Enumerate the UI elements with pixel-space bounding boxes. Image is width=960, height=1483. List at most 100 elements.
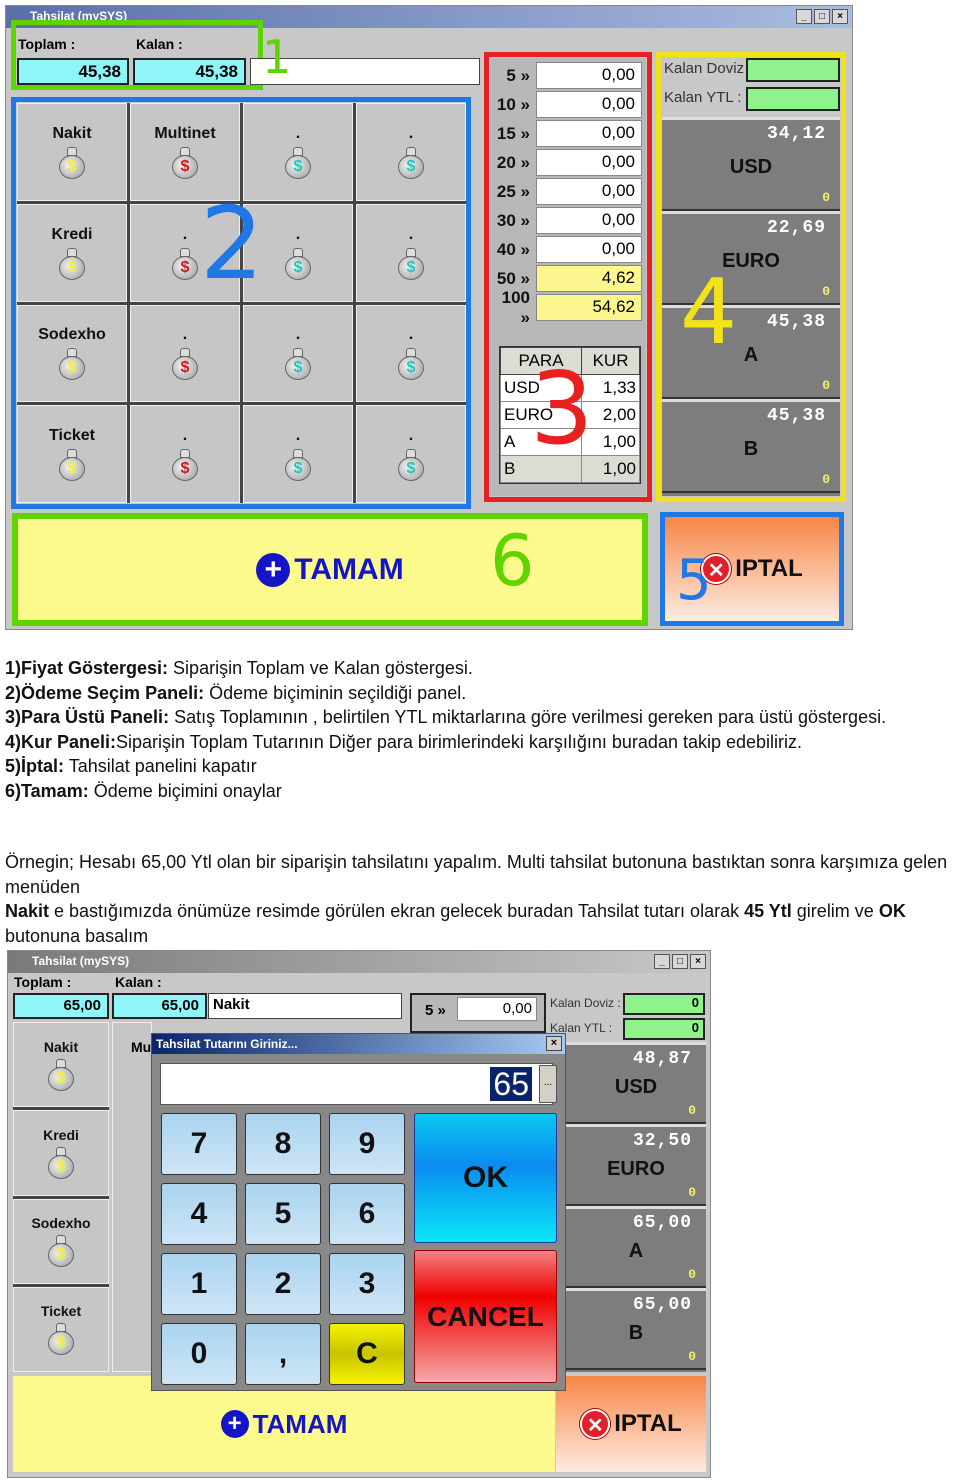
payment-method-field[interactable]: Nakit <box>208 993 402 1019</box>
money-bag-red-icon: $ <box>170 146 200 179</box>
change-row: 25 » 0,00 <box>490 178 642 205</box>
toplam-value: 45,38 <box>17 58 129 85</box>
amount-input[interactable]: 65 <box>160 1063 553 1105</box>
payment-button[interactable]: . $ <box>243 304 353 403</box>
currency-panel: 48,87 USD 0 32,50 EURO 0 65,00 A 0 65,00 B 0 <box>566 1042 706 1372</box>
legend-item-title: 4)Kur Paneli: <box>5 731 117 752</box>
payment-button[interactable]: . $ <box>356 203 466 302</box>
change-row: 30 » 0,00 <box>490 207 642 234</box>
legend-item: 5)İptal: Tahsilat panelini kapatır <box>5 754 960 779</box>
money-bag-cyan-icon: $ <box>283 449 313 482</box>
keypad-key[interactable]: 5 <box>245 1183 321 1245</box>
currency-block[interactable]: 48,87 USD 0 <box>566 1042 706 1124</box>
payment-button[interactable]: Kredi $ <box>17 203 127 302</box>
keypad-key[interactable]: 1 <box>161 1253 237 1315</box>
money-bag-yellow-icon: $ <box>46 1146 76 1179</box>
change-denomination: 25 » <box>496 181 530 201</box>
payment-button[interactable]: Sodexho $ <box>13 1198 109 1284</box>
ok-button[interactable]: OK <box>414 1113 557 1243</box>
legend-item-title: 5)İptal: <box>5 756 65 776</box>
legend-item-text: Tahsilat panelini kapatır <box>64 756 257 776</box>
bold-ok: OK <box>878 901 906 921</box>
payment-button[interactable]: . $ <box>130 304 240 403</box>
payment-button[interactable]: . $ <box>356 304 466 403</box>
payment-button-partial[interactable]: Mu <box>112 1022 152 1372</box>
payment-button[interactable]: Sodexho $ <box>17 304 127 403</box>
legend-item: 4)Kur Paneli:Siparişin Toplam Tutarının … <box>5 730 960 755</box>
ellipsis-button[interactable]: ... <box>539 1065 557 1103</box>
ok-label: OK <box>463 1161 508 1194</box>
toplam-label: Toplam : <box>18 36 76 52</box>
payment-button[interactable]: . $ <box>356 103 466 201</box>
toplam-value: 65,00 <box>13 993 109 1019</box>
minimize-button[interactable]: _ <box>654 954 670 969</box>
currency-count: 0 <box>688 1349 696 1364</box>
tamam-button[interactable]: + TAMAM <box>18 519 642 620</box>
legend-item-text: Satış Toplamının , belirtilen YTL miktar… <box>169 707 887 727</box>
change-denomination: 15 » <box>496 123 530 143</box>
payment-button[interactable]: . $ <box>130 405 240 503</box>
currency-block[interactable]: 32,50 EURO 0 <box>566 1124 706 1206</box>
keypad-key[interactable]: 3 <box>329 1253 405 1315</box>
currency-amount: 34,12 <box>766 124 826 144</box>
payment-button[interactable]: Ticket $ <box>17 405 127 503</box>
legend-text: 1)Fiyat Göstergesi: Siparişin Toplam ve … <box>5 656 960 803</box>
dialog-titlebar: Tahsilat Tutarını Giriniz... × <box>152 1034 565 1054</box>
currency-block[interactable]: 65,00 A 0 <box>566 1206 706 1288</box>
money-bag-yellow-icon: $ <box>46 1235 76 1268</box>
clear-key[interactable]: C <box>329 1323 405 1385</box>
iptal-button[interactable]: ✕ IPTAL <box>556 1376 706 1472</box>
change-row: 20 » 0,00 <box>490 149 642 176</box>
payment-button[interactable]: . $ <box>243 405 353 503</box>
currency-block[interactable]: 34,12 USD 0 <box>662 117 840 211</box>
payment-label: . <box>295 427 301 445</box>
change-row: 40 » 0,00 <box>490 236 642 263</box>
payment-label: . <box>295 225 301 243</box>
payment-button[interactable]: Ticket $ <box>13 1286 109 1372</box>
money-bag-cyan-icon: $ <box>396 348 426 381</box>
legend-item-text: Siparişin Toplam Tutarının Diğer para bi… <box>116 731 803 752</box>
kalan-ytl-label: Kalan YTL : <box>664 89 742 106</box>
keypad-key[interactable]: 0 <box>161 1323 237 1385</box>
dialog-close-button[interactable]: × <box>546 1036 562 1051</box>
change-value: 0,00 <box>457 997 537 1021</box>
keypad-key[interactable]: 6 <box>329 1183 405 1245</box>
close-button[interactable]: × <box>690 954 706 969</box>
change-row: 5 » 0,00 <box>490 62 642 89</box>
currency-block[interactable]: 65,00 B 0 <box>566 1288 706 1370</box>
key-label: 9 <box>358 1127 376 1160</box>
maximize-button[interactable]: □ <box>814 9 830 24</box>
tamam-label: TAMAM <box>252 1408 348 1439</box>
change-row: 100 » 54,62 <box>490 288 642 327</box>
legend-item-title: 6)Tamam: <box>5 780 89 801</box>
keypad-key[interactable]: , <box>245 1323 321 1385</box>
keypad-key[interactable]: 8 <box>245 1113 321 1175</box>
keypad-key[interactable]: 4 <box>161 1183 237 1245</box>
change-value: 0,00 <box>536 178 642 205</box>
payment-button[interactable]: Nakit $ <box>17 103 127 201</box>
currency-count: 0 <box>688 1185 696 1200</box>
payment-label: Multinet <box>154 124 216 142</box>
currency-name: A <box>628 1240 644 1263</box>
close-button[interactable]: × <box>832 9 848 24</box>
payment-button[interactable]: Nakit $ <box>13 1022 109 1108</box>
minimize-button[interactable]: _ <box>796 9 812 24</box>
legend-item-title: 3)Para Üstü Paneli: <box>5 707 170 727</box>
currency-block[interactable]: 45,38 B 0 <box>662 399 840 493</box>
payment-label: Kredi <box>51 225 93 243</box>
bold-nakit: Nakit <box>5 901 50 921</box>
keypad-key[interactable]: 9 <box>329 1113 405 1175</box>
key-label: 1 <box>190 1267 208 1300</box>
plus-icon: + <box>256 552 291 587</box>
maximize-button[interactable]: □ <box>672 954 688 969</box>
keypad-key[interactable]: 2 <box>245 1253 321 1315</box>
payment-label: . <box>408 427 414 445</box>
cancel-button[interactable]: CANCEL <box>414 1250 557 1383</box>
keypad-key[interactable]: 7 <box>161 1113 237 1175</box>
currency-amount: 32,50 <box>632 1131 692 1151</box>
payment-button[interactable]: Kredi $ <box>13 1110 109 1196</box>
payment-button[interactable]: . $ <box>356 405 466 503</box>
payment-label: Ticket <box>40 1303 82 1320</box>
kalan-value: 65,00 <box>112 993 207 1019</box>
change-value: 54,62 <box>536 294 642 321</box>
